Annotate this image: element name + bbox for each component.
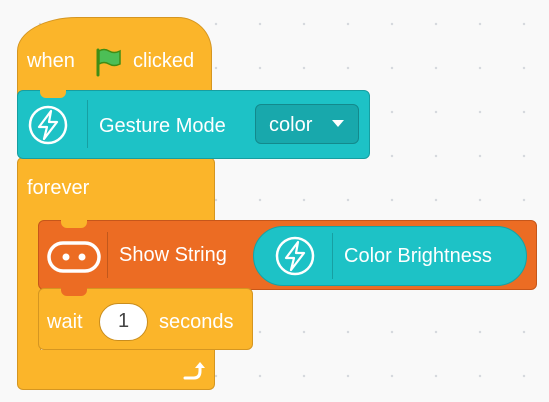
color-brightness-label: Color Brightness	[344, 245, 492, 267]
lightning-icon	[28, 105, 68, 145]
led-matrix-icon	[47, 241, 101, 273]
lightning-icon	[275, 236, 315, 276]
show-string-label: Show String	[119, 244, 227, 266]
block-notch	[61, 220, 87, 228]
clicked-label: clicked	[133, 50, 195, 72]
gesture-mode-label: Gesture Mode	[99, 115, 226, 137]
green-flag-icon[interactable]	[92, 47, 124, 77]
wait-label: wait	[47, 311, 83, 333]
color-brightness-reporter[interactable]: Color Brightness	[253, 226, 527, 286]
when-label: when	[27, 50, 75, 72]
icon-separator	[87, 100, 88, 148]
block-notch	[61, 288, 87, 296]
icon-separator	[107, 232, 108, 278]
wait-seconds-input[interactable]: 1	[99, 303, 148, 341]
gesture-mode-value: color	[269, 114, 313, 136]
loop-arrow-icon	[183, 362, 205, 380]
seconds-label: seconds	[159, 311, 234, 333]
forever-label: forever	[27, 177, 90, 199]
block-notch	[40, 90, 66, 98]
gesture-mode-dropdown[interactable]: color	[255, 104, 359, 144]
caret-down-icon	[332, 120, 344, 127]
icon-separator	[332, 233, 333, 279]
